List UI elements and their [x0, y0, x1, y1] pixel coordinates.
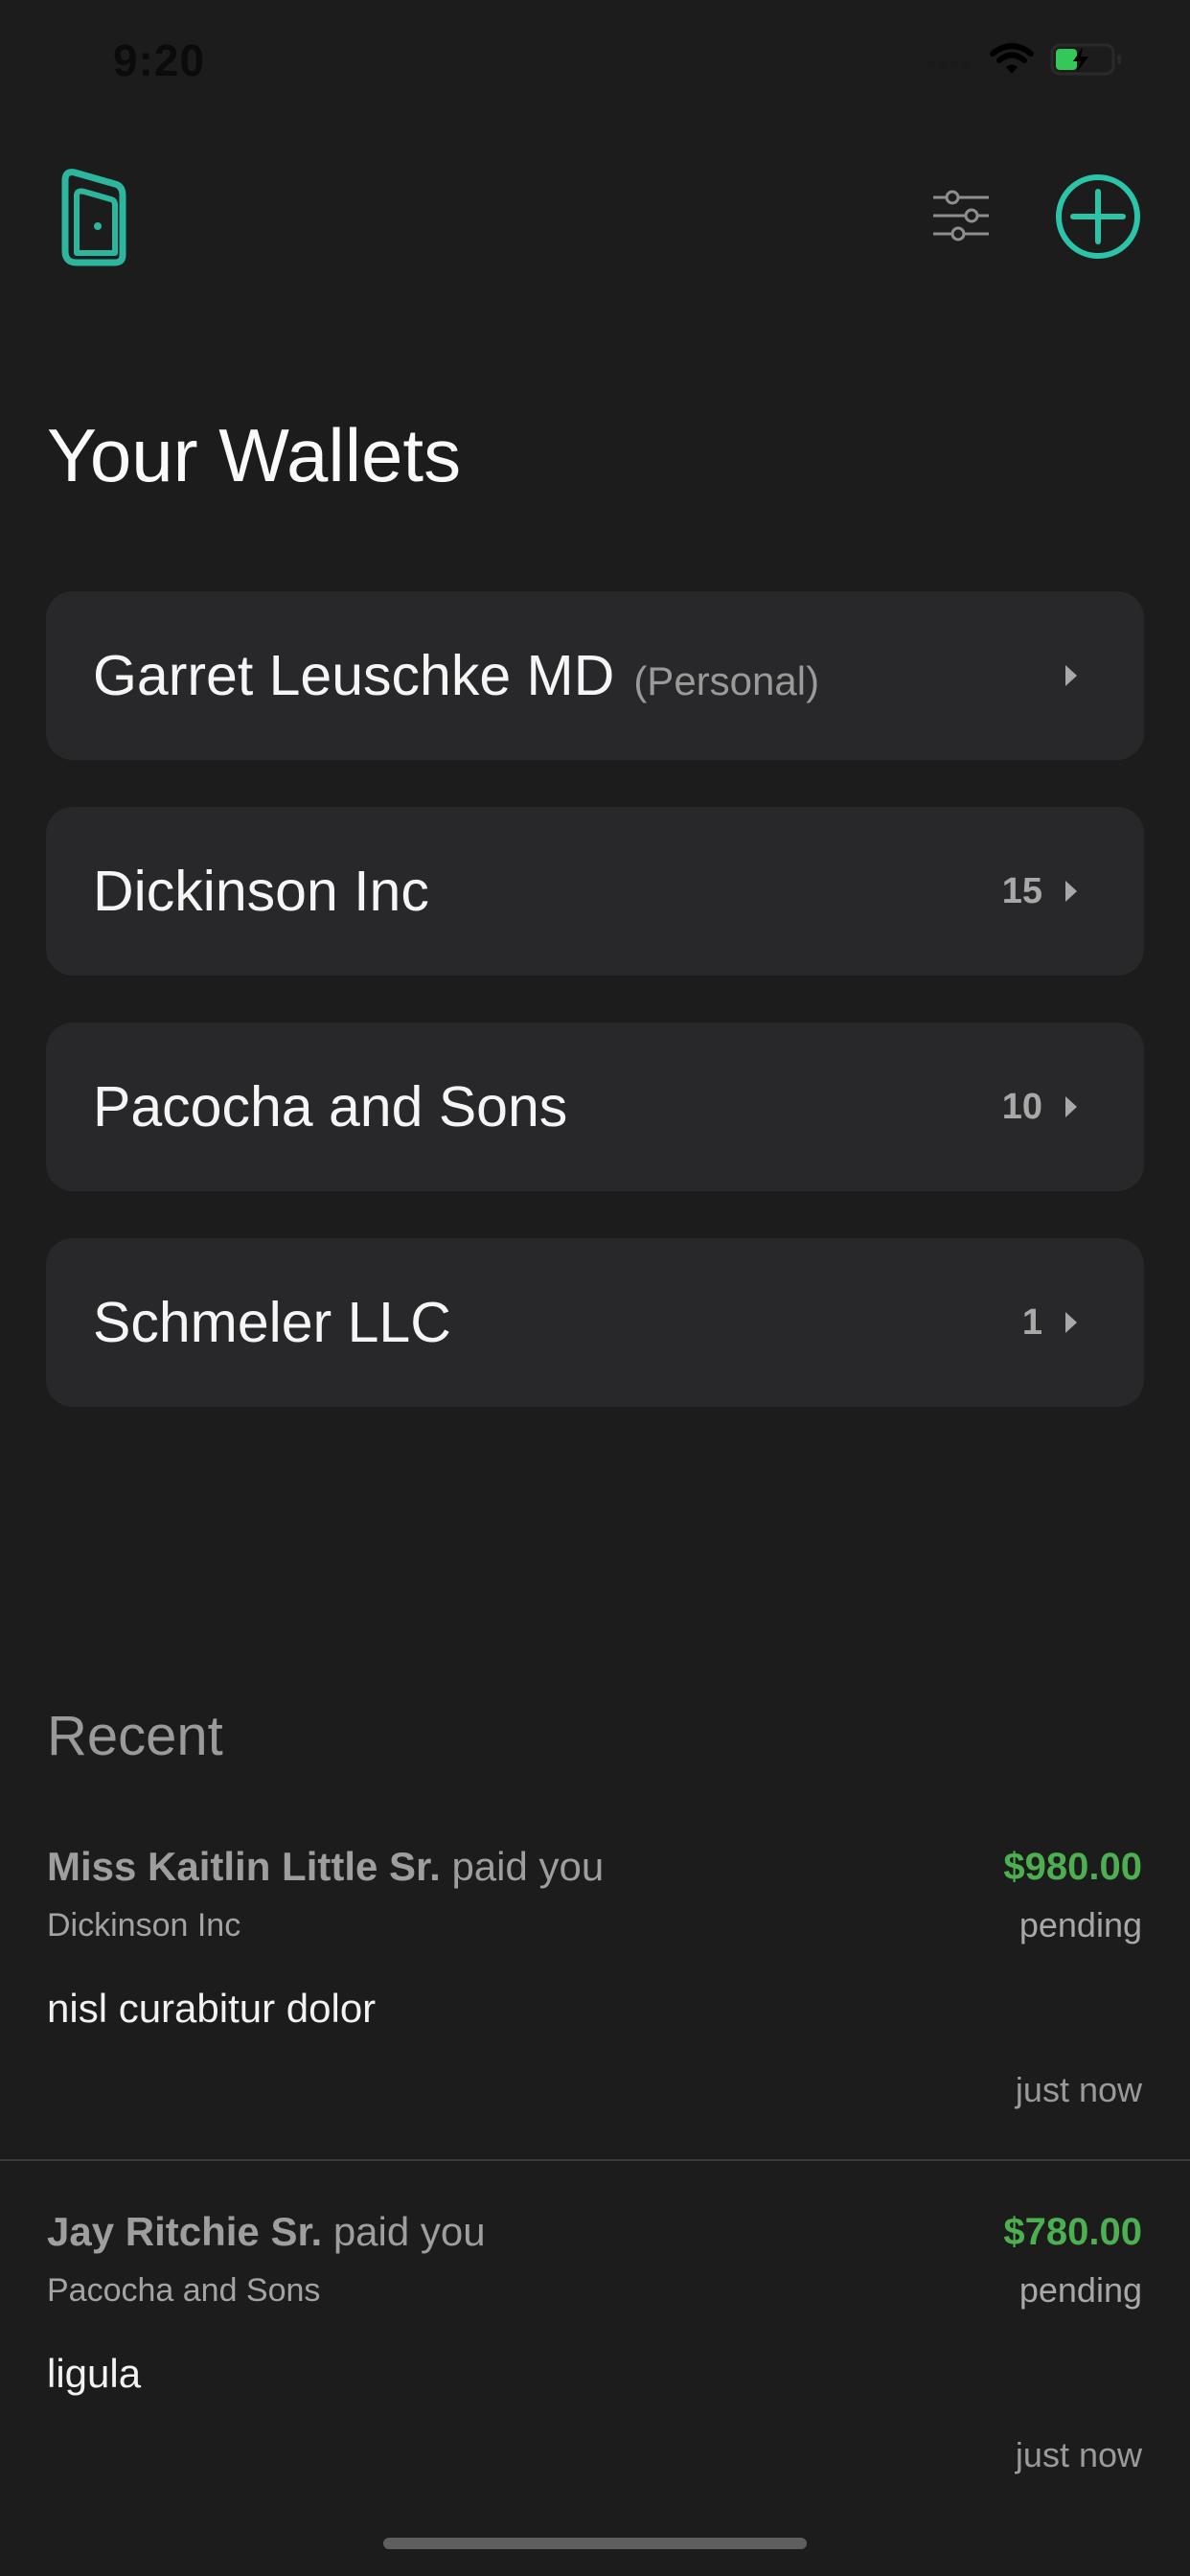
activity-amount: $780.00 — [1003, 2211, 1142, 2253]
status-time: 9:20 — [113, 35, 206, 85]
header — [0, 163, 1190, 278]
wallet-card-schmeler-llc[interactable]: Schmeler LLC 1 — [46, 1238, 1144, 1407]
filter-button[interactable] — [929, 184, 993, 247]
chevron-right-icon — [1065, 881, 1077, 902]
activity-item[interactable]: Miss Kaitlin Little Sr. paid you $980.00… — [0, 1836, 1190, 2159]
status-icons — [926, 42, 1123, 81]
wallet-name: Dickinson Inc — [93, 860, 429, 923]
sliders-icon — [933, 190, 989, 242]
status-bar: 9:20 — [0, 0, 1190, 126]
wallet-count: 10 — [1001, 1086, 1042, 1127]
chevron-right-icon — [1065, 665, 1077, 686]
wallet-count: 15 — [1001, 870, 1042, 911]
activity-time: just now — [1015, 2070, 1142, 2109]
plus-circle-icon — [1056, 174, 1140, 259]
wallet-tag: (Personal) — [633, 658, 820, 703]
activity-wallet: Dickinson Inc — [47, 1907, 241, 1944]
home-indicator[interactable] — [383, 2538, 807, 2549]
chevron-right-icon — [1065, 1096, 1077, 1117]
activity-time: just now — [1015, 2435, 1142, 2474]
activity-payer: Jay Ritchie Sr. paid you — [47, 2209, 486, 2254]
divider — [0, 2159, 1190, 2161]
battery-charging-icon — [1050, 42, 1123, 81]
activity-wallet: Pacocha and Sons — [47, 2272, 321, 2309]
add-wallet-button[interactable] — [1054, 172, 1142, 261]
wallet-name: Schmeler LLC — [93, 1291, 451, 1354]
wallet-card-pacocha-and-sons[interactable]: Pacocha and Sons 10 — [46, 1023, 1144, 1191]
chevron-right-icon — [1065, 1312, 1077, 1333]
activity-memo: nisl curabitur dolor — [47, 1986, 377, 2031]
activity-item[interactable]: Jay Ritchie Sr. paid you $780.00 Pacocha… — [0, 2201, 1190, 2489]
cellular-icon — [926, 49, 973, 75]
wallet-count: 1 — [1021, 1301, 1042, 1343]
wallet-name: Garret Leuschke MD (Personal) — [93, 644, 820, 707]
wallet-name: Pacocha and Sons — [93, 1075, 568, 1138]
wallet-door-icon — [56, 167, 132, 266]
activity-status: pending — [1018, 1905, 1142, 1944]
wallet-list: Garret Leuschke MD (Personal) Dickinson I… — [46, 591, 1144, 1454]
recent-section-title: Recent — [47, 1705, 223, 1767]
activity-payer: Miss Kaitlin Little Sr. paid you — [47, 1844, 605, 1889]
activity-amount: $980.00 — [1003, 1846, 1142, 1888]
wallet-card-garret-leuschke[interactable]: Garret Leuschke MD (Personal) — [46, 591, 1144, 760]
wifi-icon — [989, 42, 1035, 81]
activity-memo: ligula — [47, 2351, 142, 2396]
wallet-card-dickinson-inc[interactable]: Dickinson Inc 15 — [46, 807, 1144, 976]
activity-status: pending — [1018, 2270, 1142, 2310]
page-title: Your Wallets — [47, 413, 462, 497]
